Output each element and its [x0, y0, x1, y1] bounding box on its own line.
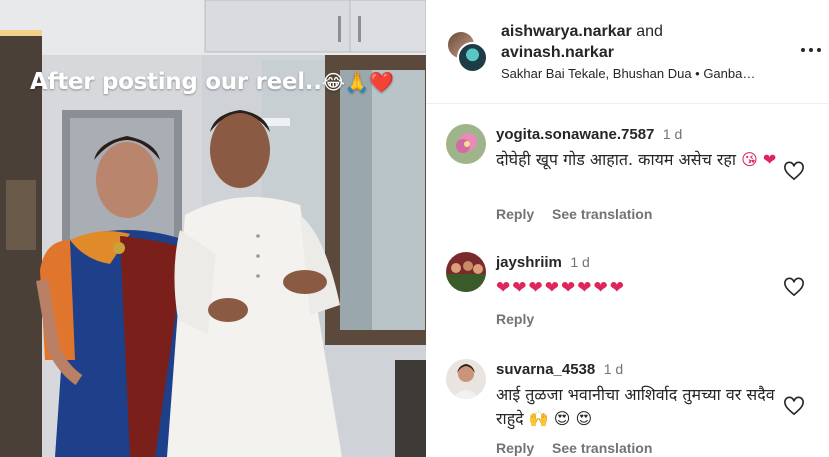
comment-time[interactable]: 1 d [663, 126, 682, 142]
commenter-avatar[interactable] [446, 124, 486, 164]
see-translation-button[interactable]: See translation [552, 206, 652, 222]
author-1-link[interactable]: aishwarya.narkar [501, 23, 632, 40]
comment-emojis: 😘 ❤ [741, 150, 777, 169]
author-2-link[interactable]: avinash.narkar [501, 44, 614, 61]
reply-button[interactable]: Reply [496, 311, 534, 327]
avatar-avinash[interactable] [457, 42, 488, 73]
comment-username[interactable]: yogita.sonawane.7587 [496, 126, 654, 143]
folded-hands-emoji: 🙏 [344, 70, 370, 94]
heart-outline-icon [784, 396, 804, 416]
comment-text-body: दोघेही खूप गोड आहात. कायम असेच रहा [496, 150, 737, 169]
comment-body: yogita.sonawane.7587 1 d दोघेही खूप गोड … [496, 126, 786, 172]
red-heart-emoji: ❤️ [369, 70, 394, 94]
comment-emojis: ❤❤❤❤❤❤❤❤ [496, 278, 626, 298]
comment-item: yogita.sonawane.7587 1 d दोघेही खूप गोड … [426, 124, 829, 234]
comment-time[interactable]: 1 d [570, 254, 589, 270]
like-comment-button[interactable] [783, 396, 805, 416]
post-side-panel: aishwarya.narkar and avinash.narkar Sakh… [426, 0, 829, 457]
like-comment-button[interactable] [783, 277, 805, 297]
comment-username[interactable]: jayshriim [496, 254, 562, 271]
comment-actions: Reply See translation [496, 206, 666, 222]
group-avatar-image [446, 252, 486, 292]
commenter-avatar[interactable] [446, 359, 486, 399]
comment-body: jayshriim 1 d ❤❤❤❤❤❤❤❤ [496, 254, 786, 300]
portrait-avatar-image [446, 359, 486, 399]
comment-text: आई तुळजा भवानीचा आशिर्वाद तुमच्या वर सदै… [496, 383, 786, 431]
commenter-avatar[interactable] [446, 252, 486, 292]
reply-button[interactable]: Reply [496, 440, 534, 456]
laughing-emoji: 😂 [321, 70, 345, 94]
post-authors: aishwarya.narkar and avinash.narkar [501, 21, 663, 63]
comment-time[interactable]: 1 d [604, 361, 623, 377]
see-translation-button[interactable]: See translation [552, 440, 652, 456]
heart-outline-icon [784, 277, 804, 297]
like-comment-button[interactable] [783, 161, 805, 181]
comment-actions: Reply [496, 311, 548, 327]
comment-actions: Reply See translation [496, 440, 666, 456]
comment-text: दोघेही खूप गोड आहात. कायम असेच रहा 😘 ❤ [496, 148, 786, 172]
comment-body: suvarna_4538 1 d आई तुळजा भवानीचा आशिर्व… [496, 361, 786, 431]
heart-outline-icon [784, 161, 804, 181]
authors-and-text: and [636, 23, 663, 40]
reel-media[interactable]: After posting our reel..😂🙏❤️ [0, 0, 426, 457]
reel-caption-overlay: After posting our reel..😂🙏❤️ [30, 69, 394, 95]
flower-avatar-image [446, 124, 486, 164]
comment-emojis: 🙌 😍 😍 [528, 409, 593, 428]
reply-button[interactable]: Reply [496, 206, 534, 222]
more-options-button[interactable] [800, 40, 822, 60]
reel-caption-text: After posting our reel.. [30, 69, 322, 95]
collab-avatars[interactable] [446, 30, 490, 74]
comment-item: jayshriim 1 d ❤❤❤❤❤❤❤❤ Reply [426, 252, 829, 332]
comment-item: suvarna_4538 1 d आई तुळजा भवानीचा आशिर्व… [426, 359, 829, 457]
post-header: aishwarya.narkar and avinash.narkar Sakh… [426, 0, 829, 104]
comment-username[interactable]: suvarna_4538 [496, 361, 595, 378]
audio-info-link[interactable]: Sakhar Bai Tekale, Bhushan Dua • Ganba… [501, 66, 755, 81]
